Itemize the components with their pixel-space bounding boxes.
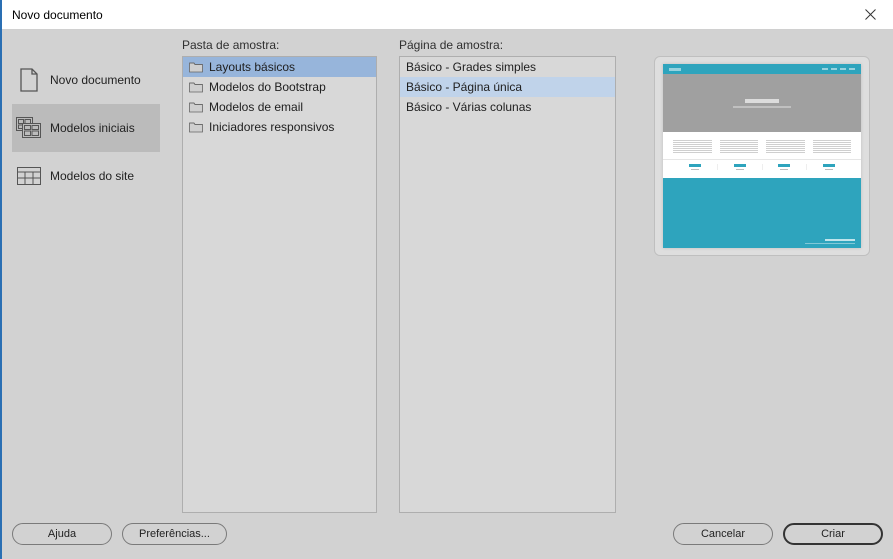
sample-page-column: Página de amostra: Básico - Grades simpl… <box>399 38 616 513</box>
list-item-label: Modelos do Bootstrap <box>209 80 326 94</box>
templates-grid-icon <box>16 114 42 142</box>
create-button[interactable]: Criar <box>783 523 883 545</box>
preview-panel <box>654 38 870 513</box>
list-item-label: Layouts básicos <box>209 60 295 74</box>
folder-icon <box>189 101 203 113</box>
help-button[interactable]: Ajuda <box>12 523 112 545</box>
list-item-label: Iniciadores responsivos <box>209 120 334 134</box>
content-area: Novo documento <box>12 38 883 513</box>
preview-footer <box>663 178 861 248</box>
sample-folder-column: Pasta de amostra: Layouts básicos <box>182 38 377 513</box>
close-icon <box>865 9 876 20</box>
cancel-button[interactable]: Cancelar <box>673 523 773 545</box>
dialog-footer: Ajuda Preferências... Cancelar Criar <box>12 513 883 549</box>
sample-folder-header: Pasta de amostra: <box>182 38 377 52</box>
preview-columns <box>663 132 861 159</box>
page-item-multi-column[interactable]: Básico - Várias colunas <box>400 97 615 117</box>
list-item-label: Modelos de email <box>209 100 303 114</box>
site-grid-icon <box>16 162 42 190</box>
template-preview <box>663 64 861 248</box>
sample-folder-list[interactable]: Layouts básicos Modelos do Bootstrap <box>182 56 377 513</box>
list-item-label: Básico - Várias colunas <box>406 100 531 114</box>
folder-item-bootstrap[interactable]: Modelos do Bootstrap <box>183 77 376 97</box>
list-item-label: Básico - Página única <box>406 80 522 94</box>
page-item-simple-grids[interactable]: Básico - Grades simples <box>400 57 615 77</box>
file-icon <box>16 66 42 94</box>
sidebar-item-label: Modelos iniciais <box>50 121 135 135</box>
dialog-body: Novo documento <box>2 30 893 559</box>
preview-navbar <box>663 64 861 74</box>
folder-icon <box>189 121 203 133</box>
close-button[interactable] <box>848 0 893 30</box>
category-sidebar: Novo documento <box>12 38 160 513</box>
folder-icon <box>189 61 203 73</box>
sidebar-item-starter-templates[interactable]: Modelos iniciais <box>12 104 160 152</box>
titlebar: Novo documento <box>2 0 893 30</box>
sample-page-list[interactable]: Básico - Grades simples Básico - Página … <box>399 56 616 513</box>
preview-hero <box>663 74 861 132</box>
preview-stats <box>663 159 861 178</box>
folder-item-basic-layouts[interactable]: Layouts básicos <box>183 57 376 77</box>
sidebar-item-label: Novo documento <box>50 73 141 87</box>
preferences-button[interactable]: Preferências... <box>122 523 227 545</box>
page-item-single-page[interactable]: Básico - Página única <box>400 77 615 97</box>
list-item-label: Básico - Grades simples <box>406 60 536 74</box>
folder-item-email[interactable]: Modelos de email <box>183 97 376 117</box>
sidebar-item-new-document[interactable]: Novo documento <box>12 56 160 104</box>
folder-item-responsive[interactable]: Iniciadores responsivos <box>183 117 376 137</box>
preview-frame <box>654 56 870 256</box>
folder-icon <box>189 81 203 93</box>
dialog-window: Novo documento Novo documento <box>0 0 893 559</box>
sidebar-item-label: Modelos do site <box>50 169 134 183</box>
sample-page-header: Página de amostra: <box>399 38 616 52</box>
sidebar-item-site-templates[interactable]: Modelos do site <box>12 152 160 200</box>
window-title: Novo documento <box>12 8 103 22</box>
